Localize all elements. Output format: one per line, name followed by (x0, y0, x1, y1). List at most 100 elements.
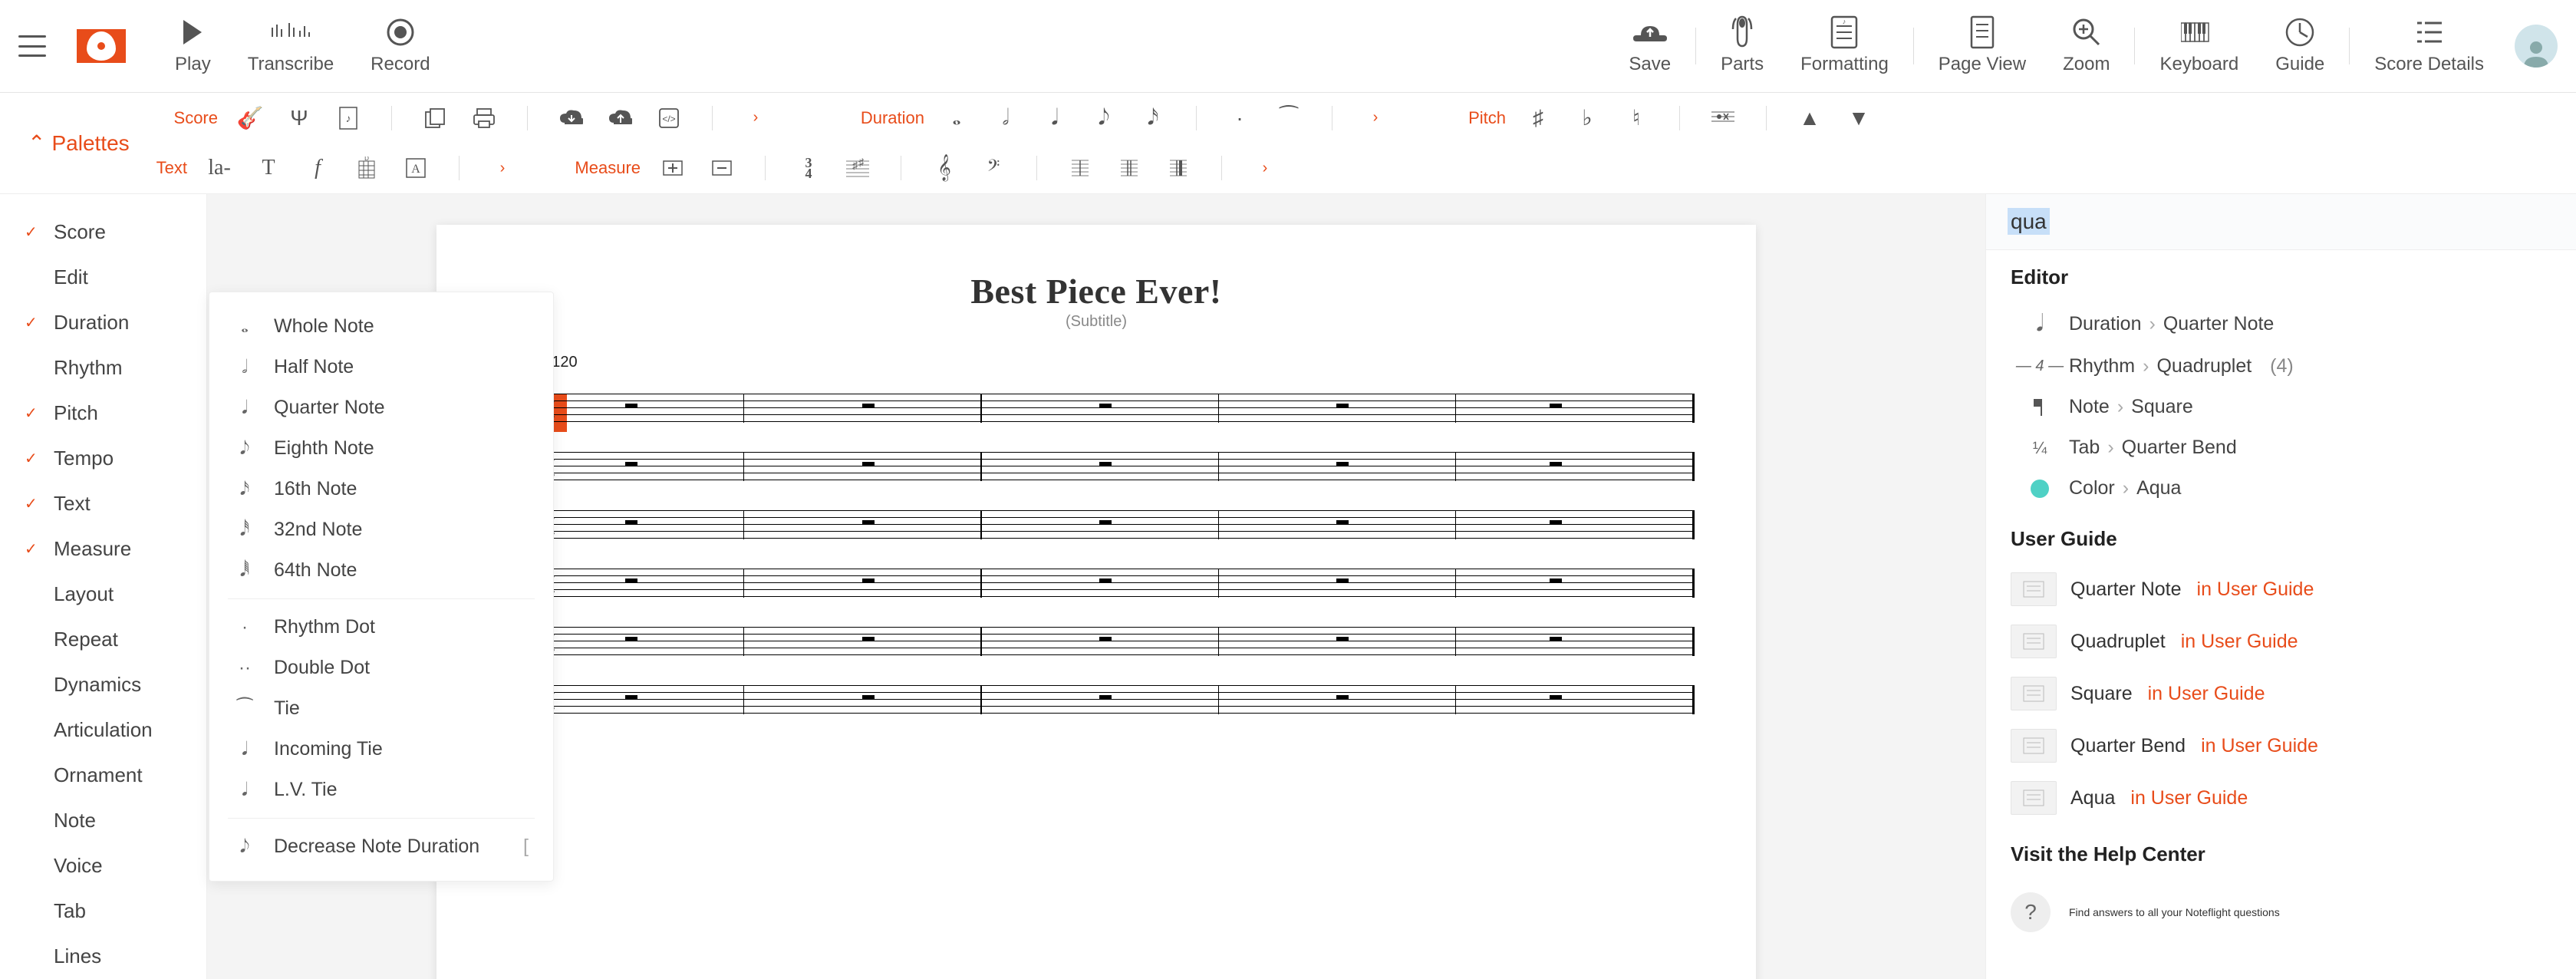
half-note-icon[interactable]: 𝅗𝅥 (993, 106, 1018, 130)
tempo-mark[interactable]: 𝅘𝅥= 120 (529, 352, 1695, 372)
staff[interactable]: 𝄞44 (498, 444, 1695, 489)
submenu-eighth-note[interactable]: 𝅘𝅥𝅮Eighth Note (209, 428, 553, 469)
submenu-half-note[interactable]: 𝅗𝅥Half Note (209, 347, 553, 387)
remove-measure-icon[interactable] (710, 156, 734, 180)
sharp-icon[interactable]: ♯ (1526, 106, 1550, 130)
search-result-quadruplet[interactable]: — 4 —Rhythm›Quadruplet(4) (2011, 346, 2551, 387)
guide-result-quarter-bend[interactable]: Quarter Bendin User Guide (2011, 720, 2551, 772)
sidebar-item-articulation[interactable]: ✓Articulation (0, 707, 206, 753)
chevron-right-icon[interactable]: › (1363, 106, 1388, 130)
lyrics-icon[interactable]: la- (207, 156, 232, 180)
treble-clef-icon[interactable]: 𝄞 (932, 156, 957, 180)
barline-single-icon[interactable] (1068, 156, 1092, 180)
chevron-right-icon[interactable]: › (1253, 156, 1277, 180)
record-button[interactable]: Record (352, 17, 448, 75)
page-subtitle[interactable]: (Subtitle) (498, 313, 1695, 331)
copy-icon[interactable] (423, 106, 447, 130)
tie-icon[interactable]: ⁀ (1276, 106, 1301, 130)
submenu-l.v.-tie[interactable]: 𝅘𝅥L.V. Tie (209, 770, 553, 810)
guide-button[interactable]: Guide (2257, 17, 2343, 75)
avatar[interactable] (2515, 25, 2558, 68)
barline-double-icon[interactable] (1117, 156, 1141, 180)
staff[interactable]: 𝄞44 (498, 677, 1695, 722)
sidebar-item-tempo[interactable]: ✓Tempo (0, 436, 206, 481)
chord-grid-icon[interactable]: D (354, 156, 379, 180)
guide-result-aqua[interactable]: Aquain User Guide (2011, 772, 2551, 824)
sidebar-item-ornament[interactable]: ✓Ornament (0, 753, 206, 798)
palettes-toggle[interactable]: ⌃ Palettes (28, 130, 130, 156)
add-measure-icon[interactable] (660, 156, 685, 180)
staff[interactable]: 𝄞44 (498, 561, 1695, 605)
triangle-up-icon[interactable]: ▲ (1797, 106, 1822, 130)
submenu-tie[interactable]: ⁀Tie (209, 688, 553, 729)
sidebar-item-repeat[interactable]: ✓Repeat (0, 617, 206, 662)
flat-icon[interactable]: ♭ (1575, 106, 1599, 130)
guide-result-quarter-note[interactable]: Quarter Notein User Guide (2011, 563, 2551, 615)
app-logo[interactable] (77, 29, 126, 63)
cloud-down-icon[interactable] (558, 106, 583, 130)
staff[interactable]: 𝄞44 (498, 386, 1695, 430)
chevron-right-icon[interactable]: › (490, 156, 515, 180)
submenu-decrease-note-duration[interactable]: 𝅘𝅥𝅮Decrease Note Duration[ (209, 826, 553, 867)
dynamics-text-icon[interactable]: f (305, 156, 330, 180)
embed-icon[interactable]: </> (657, 106, 681, 130)
menu-icon[interactable] (18, 35, 46, 57)
barline-final-icon[interactable] (1166, 156, 1191, 180)
parts-button[interactable]: Parts (1702, 17, 1782, 75)
search-result-square[interactable]: Note›Square (2011, 387, 2551, 427)
print-icon[interactable] (472, 106, 496, 130)
sidebar-item-edit[interactable]: ✓Edit (0, 255, 206, 300)
search-result-aqua[interactable]: Color›Aqua (2011, 468, 2551, 509)
sidebar-item-lines[interactable]: ✓Lines (0, 934, 206, 979)
bass-clef-icon[interactable]: 𝄢 (981, 156, 1006, 180)
sidebar-item-duration[interactable]: ✓Duration (0, 300, 206, 345)
zoom-button[interactable]: Zoom (2044, 17, 2128, 75)
quarter-note-icon[interactable]: 𝅘𝅥 (1043, 106, 1067, 130)
transcribe-button[interactable]: Transcribe (229, 17, 352, 75)
enharmonic-icon[interactable] (1711, 106, 1735, 130)
cloud-up-icon[interactable] (608, 106, 632, 130)
text-frame-icon[interactable]: A (404, 156, 428, 180)
submenu-double-dot[interactable]: ··Double Dot (209, 648, 553, 688)
formatting-button[interactable]: ♪ Formatting (1782, 17, 1907, 75)
save-button[interactable]: Save (1610, 17, 1689, 75)
tuning-fork-icon[interactable]: Ψ (287, 106, 311, 130)
sidebar-item-layout[interactable]: ✓Layout (0, 572, 206, 617)
guitar-icon[interactable]: 🎸 (238, 106, 262, 130)
page-note-icon[interactable]: ♪ (336, 106, 361, 130)
submenu-16th-note[interactable]: 𝅘𝅥𝅯16th Note (209, 469, 553, 509)
submenu-whole-note[interactable]: 𝅝Whole Note (209, 306, 553, 347)
sidebar-item-pitch[interactable]: ✓Pitch (0, 391, 206, 436)
triangle-down-icon[interactable]: ▼ (1846, 106, 1871, 130)
page-title[interactable]: Best Piece Ever! (498, 271, 1695, 312)
search-result-quarter-note[interactable]: 𝅘𝅥Duration›Quarter Note (2011, 302, 2551, 346)
sidebar-item-rhythm[interactable]: ✓Rhythm (0, 345, 206, 391)
keyboard-button[interactable]: Keyboard (2141, 17, 2257, 75)
staff[interactable]: 𝄞44 (498, 503, 1695, 547)
timesig-34-icon[interactable]: 34 (796, 156, 821, 180)
submenu-quarter-note[interactable]: 𝅘𝅥Quarter Note (209, 387, 553, 428)
chevron-right-icon[interactable]: › (743, 106, 768, 130)
sidebar-item-note[interactable]: ✓Note (0, 798, 206, 843)
sidebar-item-measure[interactable]: ✓Measure (0, 526, 206, 572)
scoredetails-button[interactable]: Score Details (2356, 17, 2502, 75)
search-result-quarter-bend[interactable]: ¼Tab›Quarter Bend (2011, 427, 2551, 468)
whole-note-icon[interactable]: 𝅝 (944, 106, 969, 130)
help-center-link[interactable]: ? Find answers to all your Noteflight qu… (2011, 878, 2551, 946)
sidebar-item-score[interactable]: ✓Score (0, 209, 206, 255)
guide-result-square[interactable]: Squarein User Guide (2011, 668, 2551, 720)
sidebar-item-voice[interactable]: ✓Voice (0, 843, 206, 888)
sixteenth-note-icon[interactable]: 𝅘𝅥𝅯 (1141, 106, 1165, 130)
submenu-32nd-note[interactable]: 𝅘𝅥𝅰32nd Note (209, 509, 553, 550)
text-tool-icon[interactable]: T (256, 156, 281, 180)
eighth-note-icon[interactable]: 𝅘𝅥𝅮 (1092, 106, 1116, 130)
sidebar-item-tab[interactable]: ✓Tab (0, 888, 206, 934)
sidebar-item-dynamics[interactable]: ✓Dynamics (0, 662, 206, 707)
sidebar-item-text[interactable]: ✓Text (0, 481, 206, 526)
submenu-incoming-tie[interactable]: 𝅘𝅥Incoming Tie (209, 729, 553, 770)
dot-icon[interactable]: · (1227, 106, 1252, 130)
play-button[interactable]: Play (156, 17, 229, 75)
guide-result-quadruplet[interactable]: Quadrupletin User Guide (2011, 615, 2551, 668)
keysig-icon[interactable]: ♯♯ (845, 156, 870, 180)
pageview-button[interactable]: Page View (1920, 17, 2044, 75)
